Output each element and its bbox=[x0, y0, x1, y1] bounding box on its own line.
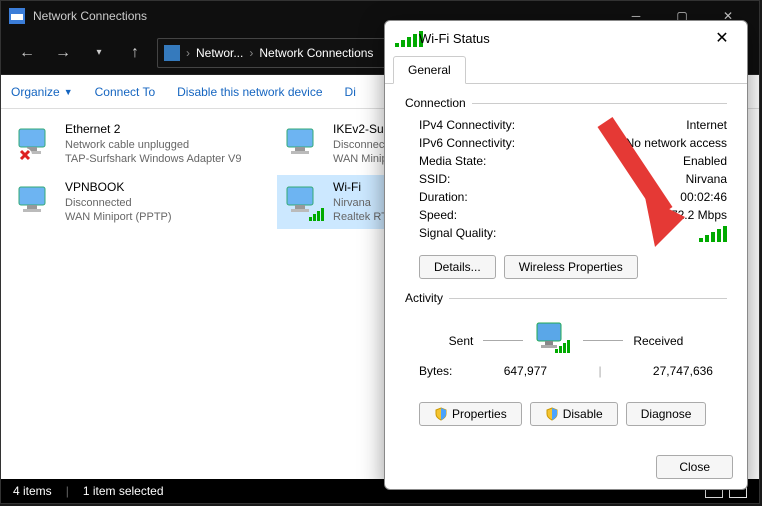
ssid-value: Nirvana bbox=[686, 172, 727, 186]
connection-status: Network cable unplugged bbox=[65, 138, 241, 152]
ssid-label: SSID: bbox=[419, 172, 450, 186]
dialog-tabs: General bbox=[385, 55, 747, 84]
dialog-close-button-footer[interactable]: Close bbox=[656, 455, 733, 479]
bytes-sent-value: 647,977 bbox=[504, 364, 547, 378]
connection-name: Ethernet 2 bbox=[65, 122, 241, 138]
signal-icon bbox=[395, 31, 411, 45]
duration-label: Duration: bbox=[419, 190, 468, 204]
connection-status: Disconnected bbox=[65, 196, 172, 210]
recent-dropdown[interactable]: ▾ bbox=[85, 39, 113, 67]
dialog-titlebar: Wi-Fi Status ✕ bbox=[385, 21, 747, 55]
computer-icon bbox=[533, 321, 573, 360]
chevron-down-icon: ▼ bbox=[64, 87, 73, 97]
connect-to-button[interactable]: Connect To bbox=[95, 85, 156, 99]
connection-device: TAP-Surfshark Windows Adapter V9 bbox=[65, 152, 241, 166]
sent-label: Sent bbox=[449, 334, 474, 348]
connection-device: WAN Miniport (PPTP) bbox=[65, 210, 172, 224]
media-label: Media State: bbox=[419, 154, 486, 168]
item-count: 4 items bbox=[13, 484, 52, 498]
disable-button[interactable]: Disable bbox=[530, 402, 618, 426]
chevron-right-icon: › bbox=[249, 46, 253, 60]
connection-item[interactable]: VPNBOOK Disconnected WAN Miniport (PPTP) bbox=[9, 175, 257, 229]
properties-button[interactable]: Properties bbox=[419, 402, 522, 426]
chevron-right-icon: › bbox=[186, 46, 190, 60]
up-button[interactable]: ↑ bbox=[121, 39, 149, 67]
dialog-title: Wi-Fi Status bbox=[419, 31, 490, 46]
diagnose-button[interactable]: Diagnose bbox=[626, 402, 707, 426]
diagnose-button-truncated[interactable]: Di bbox=[345, 85, 356, 99]
dialog-body: Connection IPv4 Connectivity: Internet IP… bbox=[385, 84, 747, 445]
shield-icon bbox=[434, 407, 448, 421]
network-adapter-icon bbox=[283, 123, 325, 165]
ipv6-value: No network access bbox=[626, 136, 727, 150]
activity-graphic: Sent Received bbox=[419, 321, 713, 360]
network-adapter-icon bbox=[283, 181, 325, 223]
ipv4-value: Internet bbox=[686, 118, 727, 132]
bytes-label: Bytes: bbox=[419, 364, 452, 378]
forward-button[interactable]: → bbox=[49, 39, 77, 67]
activity-section-header: Activity bbox=[405, 291, 727, 305]
tab-general[interactable]: General bbox=[393, 56, 466, 84]
duration-value: 00:02:46 bbox=[680, 190, 727, 204]
details-button[interactable]: Details... bbox=[419, 255, 496, 279]
organize-menu[interactable]: Organize ▼ bbox=[11, 85, 73, 99]
network-adapter-icon bbox=[15, 181, 57, 223]
connection-section-header: Connection bbox=[405, 96, 727, 110]
signal-quality-value bbox=[699, 226, 727, 245]
received-label: Received bbox=[633, 334, 683, 348]
media-value: Enabled bbox=[683, 154, 727, 168]
connection-name: VPNBOOK bbox=[65, 180, 172, 196]
back-button[interactable]: ← bbox=[13, 39, 41, 67]
breadcrumb-item-1[interactable]: Networ... bbox=[196, 46, 243, 60]
wireless-properties-button[interactable]: Wireless Properties bbox=[504, 255, 638, 279]
shield-icon bbox=[545, 407, 559, 421]
selected-count: 1 item selected bbox=[83, 484, 164, 498]
breadcrumb-icon bbox=[164, 45, 180, 61]
disable-device-button[interactable]: Disable this network device bbox=[177, 85, 322, 99]
signal-quality-label: Signal Quality: bbox=[419, 226, 496, 245]
bytes-received-value: 27,747,636 bbox=[653, 364, 713, 378]
speed-value: 72.2 Mbps bbox=[671, 208, 727, 222]
speed-label: Speed: bbox=[419, 208, 457, 222]
ipv6-label: IPv6 Connectivity: bbox=[419, 136, 515, 150]
breadcrumb-item-2[interactable]: Network Connections bbox=[259, 46, 373, 60]
dialog-footer: Close bbox=[385, 445, 747, 489]
dialog-close-button[interactable]: ✕ bbox=[707, 23, 737, 53]
connection-item[interactable]: Ethernet 2 Network cable unplugged TAP-S… bbox=[9, 117, 257, 171]
ipv4-label: IPv4 Connectivity: bbox=[419, 118, 515, 132]
wifi-status-dialog: Wi-Fi Status ✕ General Connection IPv4 C… bbox=[384, 20, 748, 490]
app-icon bbox=[9, 8, 25, 24]
network-adapter-icon bbox=[15, 123, 57, 165]
